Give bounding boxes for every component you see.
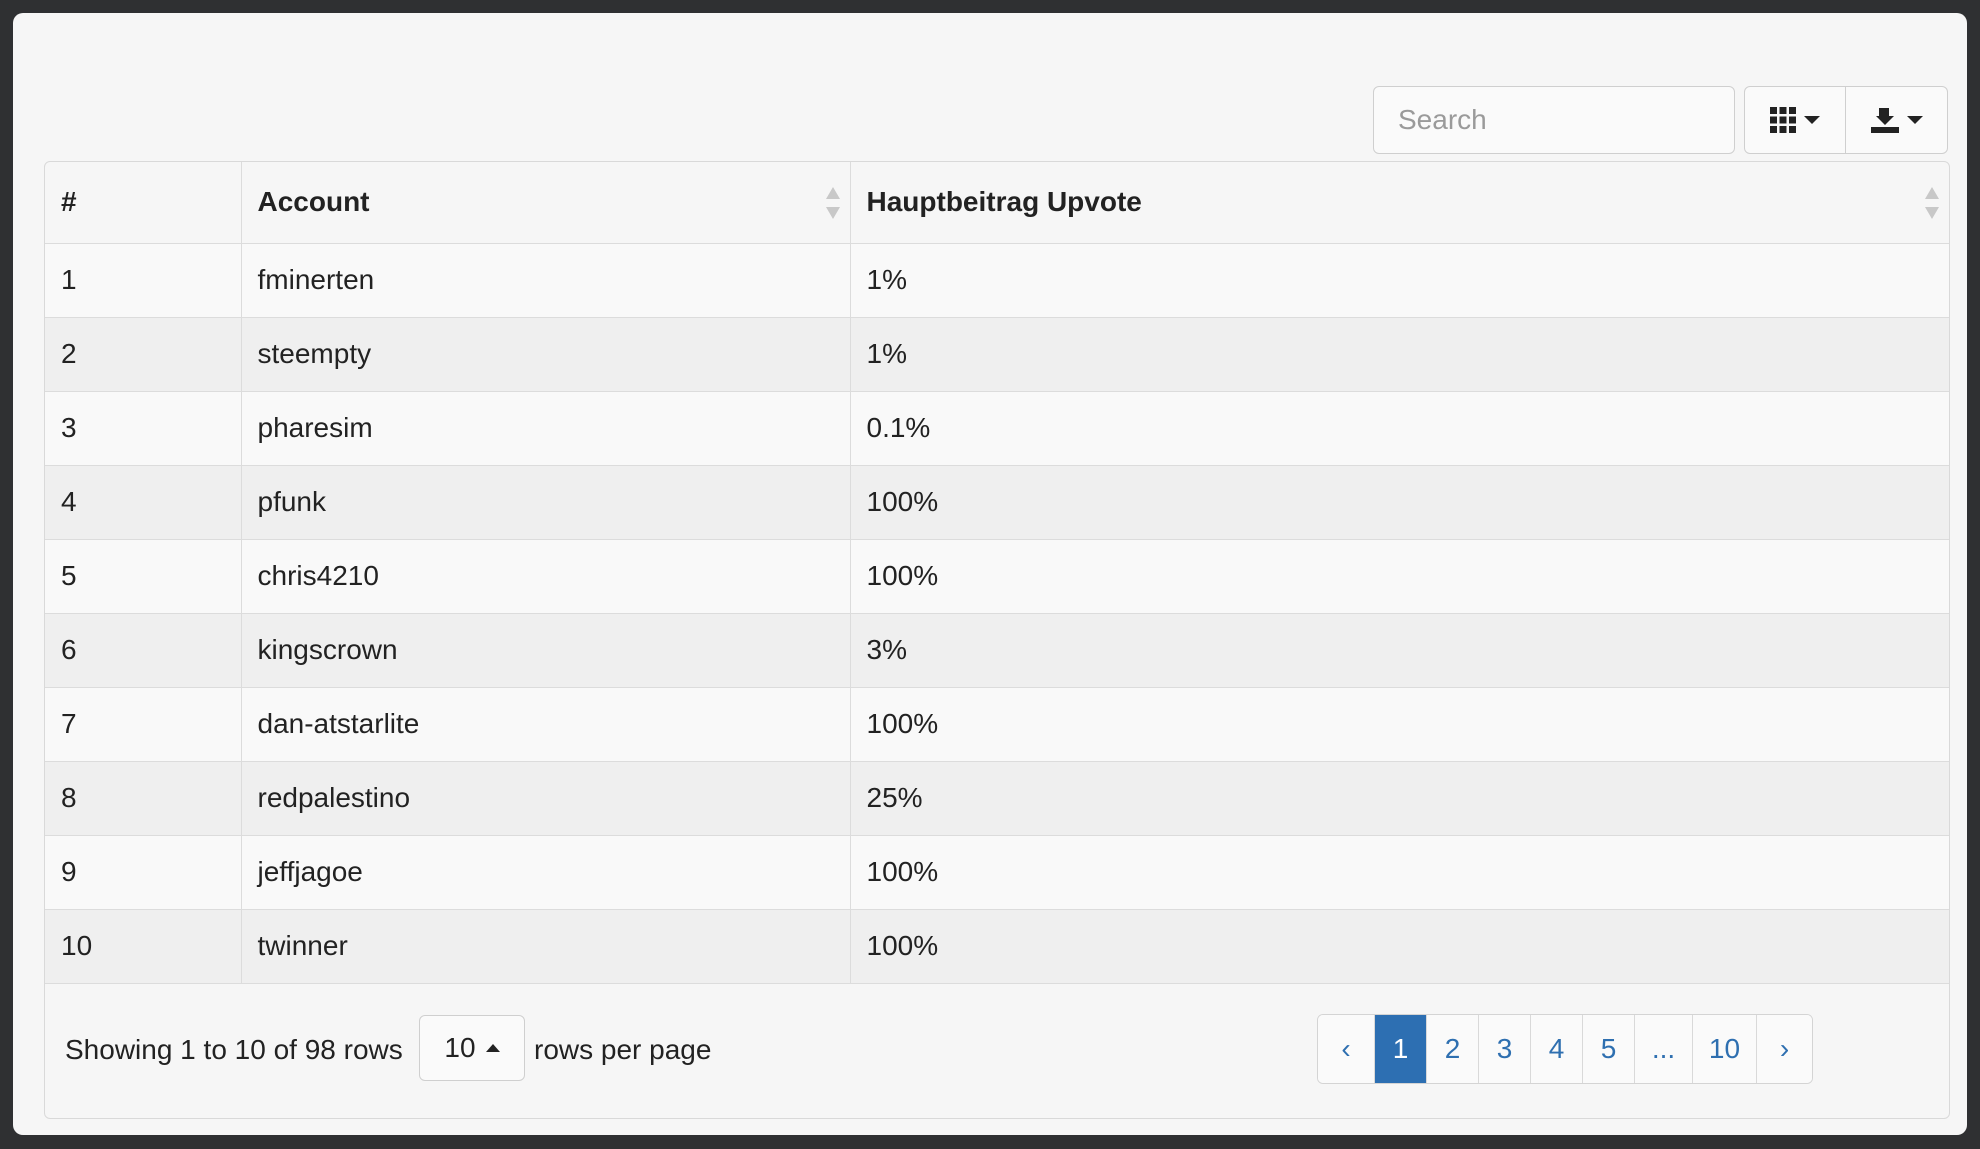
cell-upvote: 0.1% xyxy=(850,391,1949,466)
cell-upvote: 100% xyxy=(850,835,1949,910)
cell-account: pharesim xyxy=(241,391,851,466)
export-button[interactable] xyxy=(1846,86,1948,154)
pagination: ‹ 1 2 3 4 5... 10 › xyxy=(1317,1014,1813,1084)
cell-account: fminerten xyxy=(241,243,851,318)
page-size-value: 10 xyxy=(444,1032,476,1063)
chevron-down-icon xyxy=(1906,116,1923,124)
table-row: 10 twinner 100% xyxy=(45,909,1949,984)
pagination-ellipsis[interactable]: ... xyxy=(1634,1015,1692,1083)
pagination-page-5[interactable]: 5 xyxy=(1582,1015,1634,1083)
search-input[interactable] xyxy=(1373,86,1735,154)
cell-upvote: 1% xyxy=(850,317,1949,392)
cell-upvote: 100% xyxy=(850,539,1949,614)
cell-account: twinner xyxy=(241,909,851,984)
table-row: 9 jeffjagoe 100% xyxy=(45,835,1949,910)
cell-number: 4 xyxy=(45,465,242,540)
download-icon xyxy=(1870,108,1899,133)
table-row: 5 chris4210 100% xyxy=(45,539,1949,614)
pagination-page-2[interactable]: 2 xyxy=(1426,1015,1478,1083)
cell-number: 3 xyxy=(45,391,242,466)
columns-toggle-button[interactable] xyxy=(1744,86,1846,154)
pagination-page-1[interactable]: 1 xyxy=(1374,1015,1426,1083)
cell-number: 5 xyxy=(45,539,242,614)
table-row: 4 pfunk 100% xyxy=(45,465,1949,540)
chevron-down-icon xyxy=(1804,116,1820,124)
pagination-next-button[interactable]: › xyxy=(1756,1015,1812,1083)
cell-upvote: 100% xyxy=(850,465,1949,540)
data-table: # Account Hauptbeitrag Upvote 1 fminerten… xyxy=(44,161,1950,1119)
pagination-page-4[interactable]: 4 xyxy=(1530,1015,1582,1083)
cell-number: 9 xyxy=(45,835,242,910)
table-header-row: # Account Hauptbeitrag Upvote xyxy=(45,162,1949,244)
cell-upvote: 1% xyxy=(850,243,1949,318)
table-row: 1 fminerten 1% xyxy=(45,243,1949,318)
cell-upvote: 25% xyxy=(850,761,1949,836)
cell-number: 6 xyxy=(45,613,242,688)
cell-account: chris4210 xyxy=(241,539,851,614)
cell-number: 10 xyxy=(45,909,242,984)
rows-per-page-label: rows per page xyxy=(534,1034,712,1065)
sort-icon[interactable] xyxy=(1925,187,1939,219)
pagination-page-10[interactable]: 10 xyxy=(1692,1015,1756,1083)
table-row: 7 dan-atstarlite 100% xyxy=(45,687,1949,762)
cell-upvote: 100% xyxy=(850,687,1949,762)
column-header-number: # xyxy=(45,162,242,244)
cell-account: pfunk xyxy=(241,465,851,540)
table-row: 8 redpalestino 25% xyxy=(45,761,1949,836)
sort-icon[interactable] xyxy=(825,187,840,219)
column-header-label: # xyxy=(61,186,77,218)
cell-upvote: 3% xyxy=(850,613,1949,688)
cell-account: dan-atstarlite xyxy=(241,687,851,762)
table-row: 2 steempty 1% xyxy=(45,317,1949,392)
page-size-dropdown[interactable]: 10 xyxy=(419,1015,525,1081)
cell-upvote: 100% xyxy=(850,909,1949,984)
table-footer: Showing 1 to 10 of 98 rows 10 rows per p… xyxy=(45,996,1949,1116)
grid-icon xyxy=(1770,107,1796,133)
cell-account: steempty xyxy=(241,317,851,392)
table-row: 6 kingscrown 3% xyxy=(45,613,1949,688)
pagination-info: Showing 1 to 10 of 98 rows xyxy=(65,1034,403,1065)
pagination-prev-button[interactable]: ‹ xyxy=(1318,1015,1374,1083)
column-header-upvote[interactable]: Hauptbeitrag Upvote xyxy=(850,162,1949,244)
column-header-label: Hauptbeitrag Upvote xyxy=(866,186,1142,218)
table-row: 3 pharesim 0.1% xyxy=(45,391,1949,466)
chevron-up-icon xyxy=(485,1044,500,1052)
column-header-account[interactable]: Account xyxy=(241,162,851,244)
pagination-page-3[interactable]: 3 xyxy=(1478,1015,1530,1083)
cell-number: 2 xyxy=(45,317,242,392)
column-header-label: Account xyxy=(257,186,370,218)
cell-number: 7 xyxy=(45,687,242,762)
cell-account: kingscrown xyxy=(241,613,851,688)
toolbar-button-group xyxy=(1744,86,1948,154)
cell-number: 1 xyxy=(45,243,242,318)
cell-account: redpalestino xyxy=(241,761,851,836)
cell-number: 8 xyxy=(45,761,242,836)
table-panel: # Account Hauptbeitrag Upvote 1fminerten… xyxy=(13,13,1967,1135)
cell-account: jeffjagoe xyxy=(241,835,851,910)
